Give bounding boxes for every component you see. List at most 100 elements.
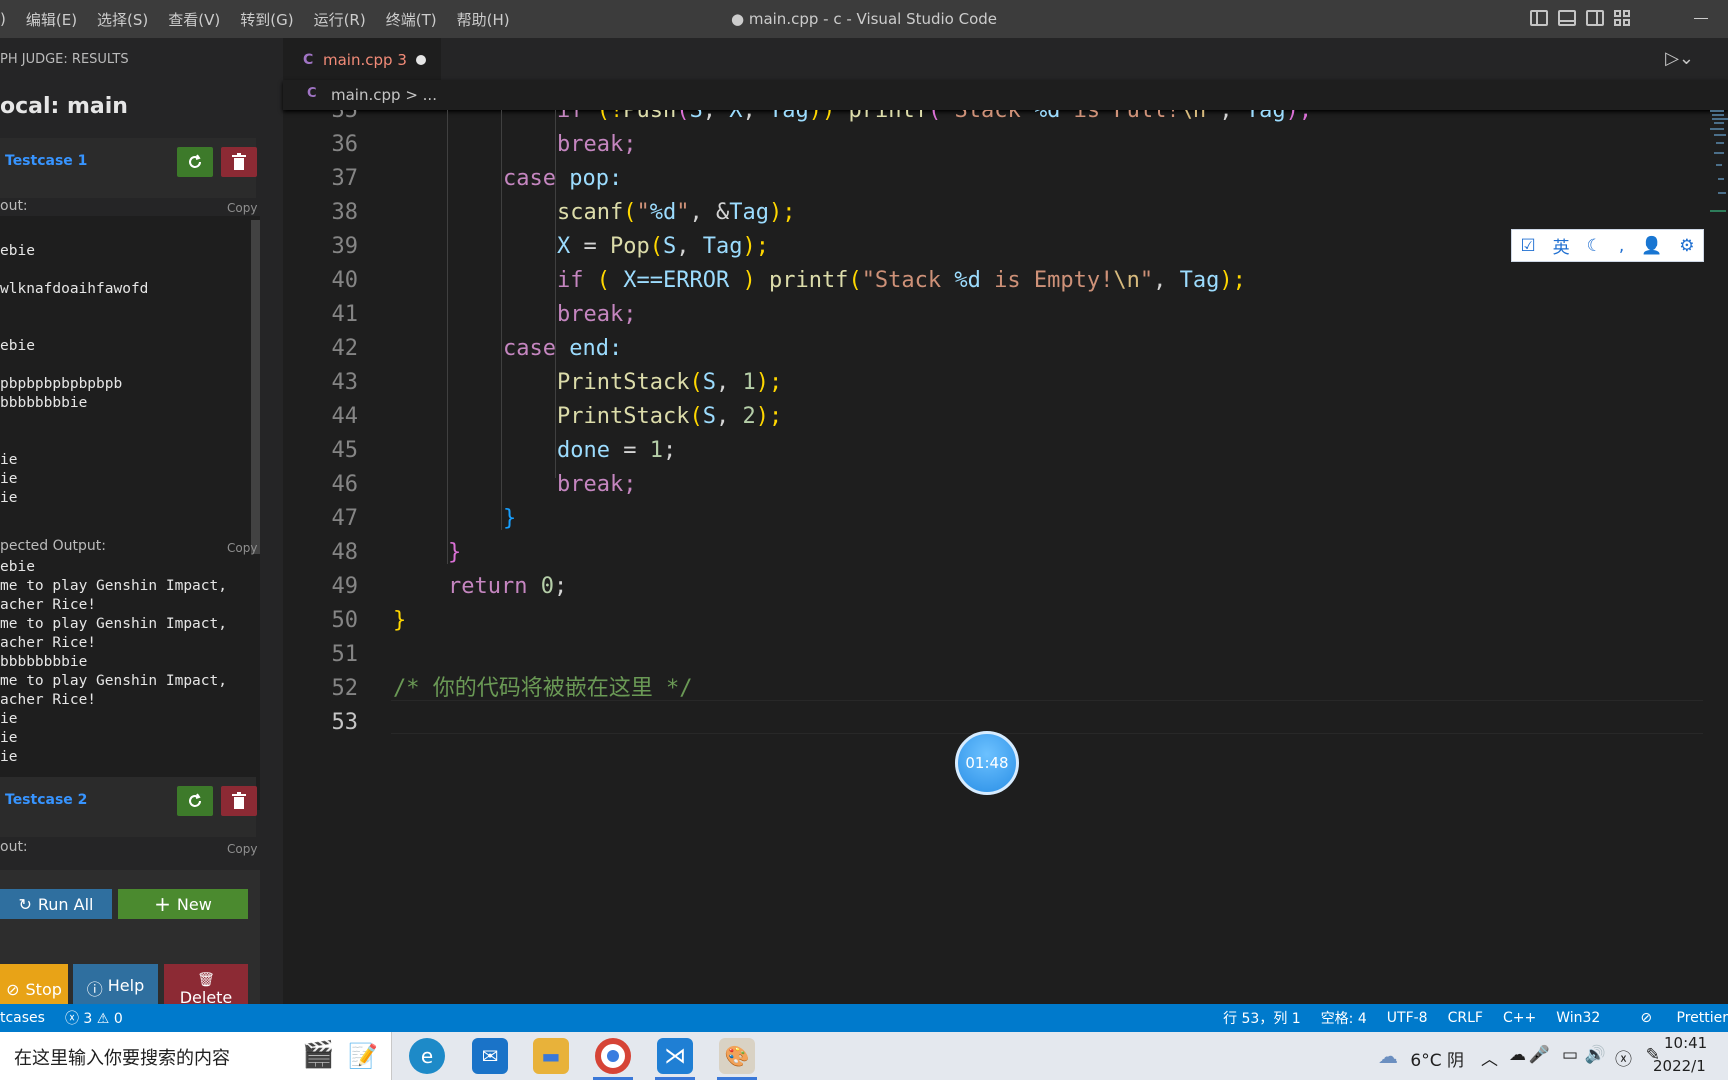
expected-output-box[interactable]: ebie me to play Genshin Impact, acher Ri…: [0, 558, 262, 810]
copy-output-button[interactable]: Copy: [227, 842, 257, 856]
platform[interactable]: Win32: [1556, 1010, 1600, 1026]
new-testcase-button[interactable]: + New: [118, 889, 248, 919]
chrome-icon[interactable]: [595, 1038, 631, 1074]
refresh-icon: [189, 154, 201, 168]
movie-maker-icon[interactable]: 🎬: [302, 1040, 334, 1070]
menu-item-run[interactable]: 运行(R): [314, 9, 366, 30]
tab-main-cpp[interactable]: C main.cpp 3: [283, 38, 441, 80]
output-line: ebie: [0, 243, 35, 259]
line-number: 43: [331, 370, 359, 395]
chevron-up-icon[interactable]: ︿: [1481, 1045, 1498, 1070]
prettier-status[interactable]: ⊘ Prettier: [1620, 1010, 1728, 1026]
prettier-icon: ⊘: [1640, 1010, 1657, 1026]
battery-icon[interactable]: ▭: [1562, 1045, 1578, 1065]
line-number: 47: [331, 506, 359, 531]
testcase-title[interactable]: Testcase 2: [5, 792, 87, 808]
minimize-icon[interactable]: [1694, 18, 1708, 19]
stop-icon: ⊘: [6, 980, 20, 999]
line-number: 49: [331, 574, 359, 599]
ime-check-icon[interactable]: ☑: [1520, 236, 1535, 256]
indentation[interactable]: 空格: 4: [1321, 1008, 1367, 1028]
ime-moon-icon[interactable]: ☾: [1587, 236, 1602, 256]
ime-language-toggle[interactable]: 英: [1553, 233, 1570, 258]
copy-output-button[interactable]: Copy: [227, 201, 257, 215]
cursor-position[interactable]: 行 53，列 1: [1223, 1008, 1301, 1028]
notes-icon[interactable]: 📝: [348, 1042, 378, 1070]
toggle-sidebar-icon[interactable]: [1530, 10, 1548, 26]
line-content: if ( X==ERROR ) printf("Stack %d is Empt…: [557, 268, 1246, 293]
clock-date[interactable]: 2022/1: [1653, 1057, 1706, 1075]
mail-icon[interactable]: ✉: [472, 1038, 508, 1074]
status-testcases[interactable]: tcases: [0, 1010, 45, 1026]
menu-item-terminal[interactable]: 终端(T): [386, 9, 437, 30]
code-line-44: 44 PrintStack(S, 2);: [283, 400, 1703, 434]
menu-item-file[interactable]: ): [0, 10, 6, 28]
vscode-icon[interactable]: ⋊: [657, 1038, 693, 1074]
menu-item-selection[interactable]: 选择(S): [97, 9, 148, 30]
close-circle-icon[interactable]: ⓧ: [1615, 1045, 1632, 1070]
rerun-testcase-button[interactable]: [177, 786, 213, 816]
breadcrumb: C main.cpp > ...: [283, 80, 1728, 110]
encoding[interactable]: UTF-8: [1387, 1010, 1428, 1026]
copy-expected-button[interactable]: Copy: [227, 541, 257, 555]
run-debug-icon[interactable]: ▷⌄: [1665, 48, 1694, 69]
toggle-panel-icon[interactable]: [1558, 10, 1576, 26]
output-scrollbar[interactable]: [251, 220, 260, 554]
layout-controls: [1530, 10, 1632, 26]
sidebar-edge: [260, 38, 283, 1004]
minimap[interactable]: [1708, 108, 1728, 218]
edge-icon[interactable]: e: [409, 1038, 445, 1074]
line-content: PrintStack(S, 1);: [557, 370, 783, 395]
output-box[interactable]: ebie wlknafdoaihfawofd ebie pbpbpbpbpbpb…: [0, 216, 262, 568]
toggle-secondary-sidebar-icon[interactable]: [1586, 10, 1604, 26]
output-line: ie: [0, 490, 18, 506]
delete-testcase-button[interactable]: [221, 786, 257, 816]
code-editor[interactable]: 35 if (!Push(S, X, Tag)) printf("Stack %…: [283, 110, 1703, 1004]
menu-item-view[interactable]: 查看(V): [168, 9, 220, 30]
taskbar-search[interactable]: 在这里输入你要搜索的内容 🎬 📝: [0, 1032, 392, 1080]
problems-indicator[interactable]: ⓧ 3 ⚠ 0: [65, 1008, 123, 1028]
language-mode[interactable]: C++: [1503, 1010, 1536, 1026]
unsaved-dot-icon[interactable]: [416, 55, 426, 65]
status-right: 行 53，列 1 空格: 4 UTF-8 CRLF C++ Win32 ⊘ Pr…: [1203, 1004, 1728, 1032]
breadcrumb-path[interactable]: main.cpp > ...: [331, 86, 437, 104]
testcase-title[interactable]: Testcase 1: [5, 153, 87, 169]
weather-text[interactable]: 6°C 阴: [1410, 1046, 1464, 1071]
run-all-button[interactable]: ↻ Run All: [0, 889, 112, 919]
output-line: ie: [0, 471, 18, 487]
output-line: bbbbbbbbie: [0, 395, 88, 411]
delete-testcase-button[interactable]: [221, 147, 257, 177]
warning-icon: ⚠: [96, 1011, 114, 1027]
recording-timer[interactable]: 01:48: [955, 731, 1019, 795]
expected-line: acher Rice!: [0, 597, 97, 613]
rerun-testcase-button[interactable]: [177, 147, 213, 177]
line-number: 51: [331, 642, 359, 667]
microphone-icon[interactable]: 🎤: [1529, 1045, 1550, 1065]
line-number: 41: [331, 302, 359, 327]
network-icon[interactable]: ☁: [1509, 1045, 1526, 1065]
clock-time[interactable]: 10:41: [1664, 1034, 1707, 1052]
menu-item-go[interactable]: 转到(G): [240, 9, 293, 30]
tab-problem-count: 3: [397, 51, 407, 69]
menu-item-help[interactable]: 帮助(H): [457, 9, 510, 30]
line-number: 35: [331, 110, 359, 123]
ime-punctuation-icon[interactable]: ‚: [1619, 236, 1624, 256]
paint-icon[interactable]: 🎨: [719, 1038, 755, 1074]
error-icon: ⓧ: [64, 1011, 84, 1027]
customize-layout-icon[interactable]: [1614, 10, 1632, 26]
line-ending[interactable]: CRLF: [1448, 1010, 1483, 1026]
ime-user-icon[interactable]: 👤: [1641, 236, 1662, 256]
file-explorer-icon[interactable]: ▬: [533, 1038, 569, 1074]
line-number: 39: [331, 234, 359, 259]
code-line-48: 48 }: [283, 536, 1703, 570]
help-label: Help: [107, 976, 145, 995]
volume-icon[interactable]: 🔊: [1585, 1045, 1606, 1065]
line-content: break;: [557, 472, 637, 497]
ime-gear-icon[interactable]: ⚙: [1679, 236, 1694, 256]
output-line: wlknafdoaihfawofd: [0, 281, 149, 297]
menu-item-edit[interactable]: 编辑(E): [26, 9, 77, 30]
testcase-header: Testcase 1: [0, 138, 257, 198]
trash-icon: [232, 792, 246, 809]
code-line-39: 39 X = Pop(S, Tag);: [283, 230, 1703, 264]
